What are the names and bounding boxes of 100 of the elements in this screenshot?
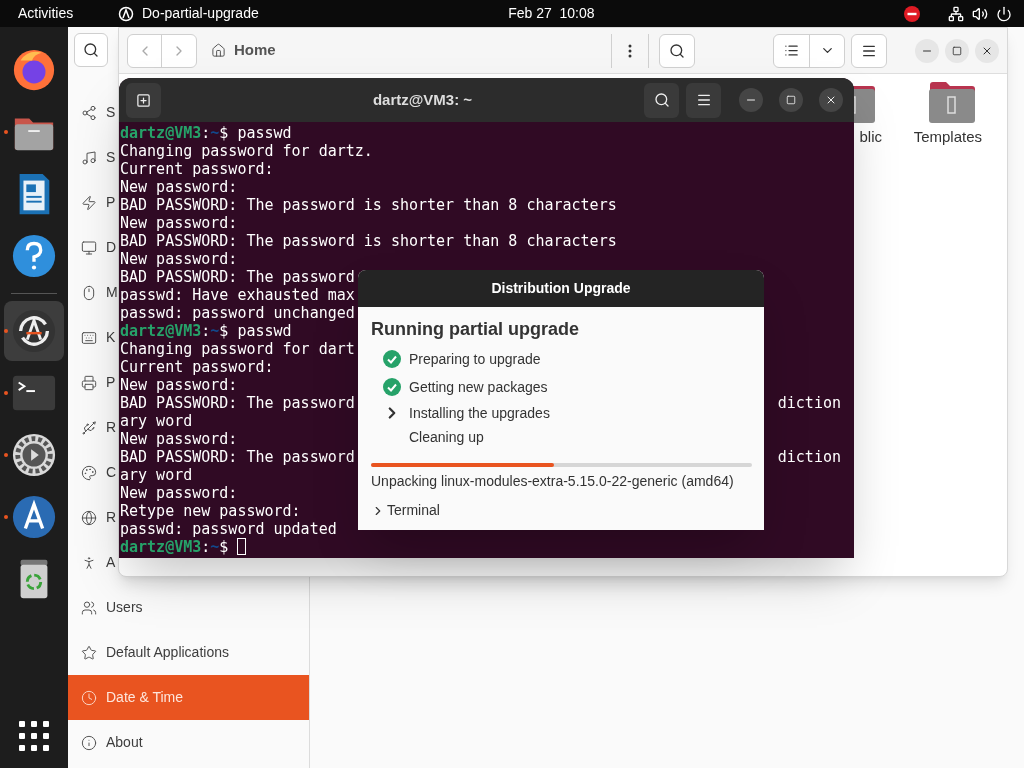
keyboard-icon [81, 329, 97, 346]
list-icon [784, 43, 799, 58]
search-button[interactable] [74, 33, 108, 67]
maximize-button[interactable] [945, 38, 969, 63]
prompt-line: dartz@VM3:~$ passwd [120, 322, 292, 340]
output-line: New password: [120, 430, 238, 448]
no-entry-icon [904, 5, 920, 22]
fox-logo-icon [11, 47, 57, 93]
usb-icon [81, 419, 97, 436]
close-icon [825, 94, 837, 106]
output-line: BAD PASSWORD: The password [120, 448, 355, 466]
output-line: passwd: password unchanged [120, 304, 355, 322]
lightning-icon [81, 194, 97, 211]
music-note-icon [81, 149, 97, 166]
menu-icon [695, 92, 712, 108]
sidebar-item[interactable]: K [106, 327, 116, 348]
updater-icon [11, 308, 57, 354]
accessibility-icon [81, 554, 97, 571]
output-line: diction [777, 394, 841, 412]
menu-button[interactable] [686, 82, 721, 118]
output-line: New password: [120, 214, 238, 232]
gear-icon [11, 432, 57, 478]
sidebar-item[interactable]: A [106, 552, 116, 573]
star-icon [81, 644, 97, 661]
search-button[interactable] [644, 82, 679, 118]
app-menu[interactable]: Do-partial-upgrade [142, 3, 259, 24]
house-icon [211, 43, 226, 58]
maximize-icon [952, 45, 962, 56]
output-line: Current password: [120, 358, 274, 376]
prompt-line: dartz@VM3:~$ [120, 538, 247, 556]
sidebar-item[interactable]: Default Applications [106, 642, 229, 663]
globe-icon [81, 509, 97, 526]
output-line: BAD PASSWORD: The password [120, 268, 355, 286]
terminal-expander[interactable]: Terminal [371, 500, 440, 521]
mouse-icon [81, 284, 97, 301]
output-line: New password: [120, 250, 238, 268]
add-tab-icon [136, 92, 151, 108]
maximize-icon [786, 95, 796, 105]
output-line: New password: [120, 178, 238, 196]
sidebar-item[interactable]: Users [106, 597, 143, 618]
sidebar-item[interactable]: R [106, 507, 117, 528]
sidebar-item[interactable]: P [106, 372, 116, 393]
power-icon[interactable] [996, 5, 1012, 22]
step-label: Preparing to upgrade [409, 349, 541, 369]
output-line: Changing password for dartz. [120, 142, 373, 160]
sidebar-item[interactable]: S [106, 102, 116, 123]
sidebar-item[interactable]: S [106, 147, 116, 168]
menu-button[interactable] [851, 33, 887, 68]
network-icon[interactable] [948, 5, 964, 22]
sidebar-item[interactable]: D [106, 237, 117, 258]
sidebar-item[interactable]: C [106, 462, 117, 483]
output-line: New password: [120, 376, 238, 394]
users-icon [81, 599, 97, 616]
path-button[interactable]: Home [211, 39, 276, 62]
activities-button[interactable]: Activities [18, 3, 118, 24]
share-icon [81, 104, 97, 121]
prompt-line: dartz@VM3:~$ passwd [120, 124, 292, 142]
search-icon [669, 42, 685, 59]
volume-icon[interactable] [972, 5, 988, 22]
dialog-title: Distribution Upgrade [491, 279, 631, 298]
new-tab-button[interactable] [126, 82, 161, 118]
folder-label[interactable]: Templates [913, 126, 982, 149]
output-line: BAD PASSWORD: The password is shorter than 8 characters [120, 232, 617, 250]
minimize-button[interactable] [915, 38, 939, 63]
output-line: passwd: Have exhausted max [120, 286, 355, 304]
info-icon [81, 734, 97, 751]
close-button[interactable] [819, 88, 843, 112]
output-line: Current password: [120, 160, 274, 178]
status-text: Unpacking linux-modules-extra-5.15.0-22-generic (amd64) [371, 472, 734, 491]
output-line: diction [777, 448, 841, 466]
folder-label[interactable]: blic [859, 126, 882, 149]
store-icon [11, 494, 57, 540]
output-line: BAD PASSWORD: The password [120, 394, 355, 412]
step-label: Installing the upgrades [409, 403, 550, 423]
output-line: passwd: password updated [120, 520, 337, 538]
window-title: dartz@VM3: ~ [372, 89, 473, 110]
search-button[interactable] [659, 33, 695, 68]
minimize-button[interactable] [739, 88, 763, 112]
search-icon [653, 92, 670, 108]
monitor-icon [81, 239, 97, 256]
output-line: ary word [120, 466, 193, 484]
clock[interactable]: Feb 27 10:08 [508, 3, 595, 24]
search-icon [83, 42, 99, 58]
help-icon [11, 233, 57, 279]
output-line: New password: [120, 484, 238, 502]
updater-indicator-icon [118, 5, 134, 22]
sidebar-item[interactable]: P [106, 192, 116, 213]
step-label: Cleaning up [409, 427, 484, 447]
dialog-heading: Running partial upgrade [371, 318, 579, 341]
output-line: Retype new password: [120, 502, 301, 520]
maximize-button[interactable] [779, 88, 803, 112]
output-line: ary word [120, 412, 193, 430]
output-line: BAD PASSWORD: The password is shorter than 8 characters [120, 196, 617, 214]
palette-icon [81, 464, 97, 481]
sidebar-item[interactable]: M [106, 282, 118, 303]
sidebar-item[interactable]: About [106, 732, 143, 753]
step-label: Getting new packages [409, 377, 548, 397]
vertical-dots-icon [628, 43, 632, 58]
sidebar-item[interactable]: R [106, 417, 117, 438]
dock-app-button[interactable] [4, 301, 64, 361]
